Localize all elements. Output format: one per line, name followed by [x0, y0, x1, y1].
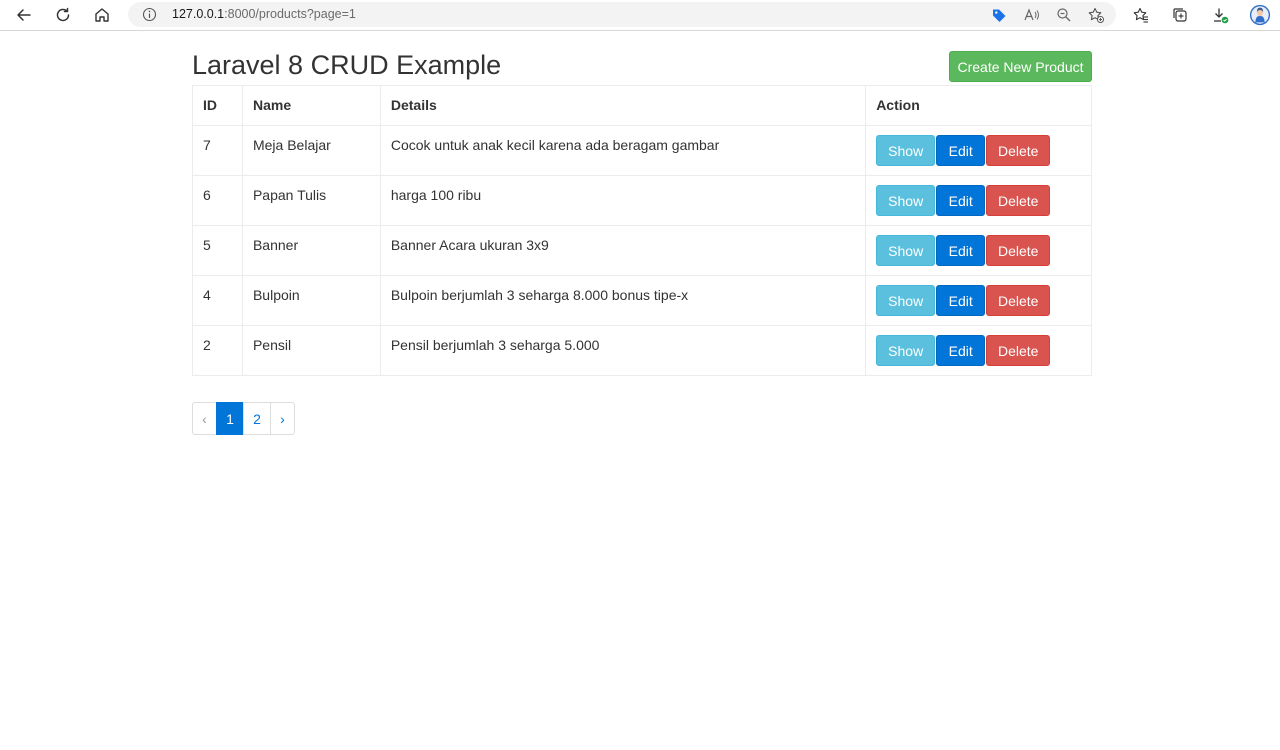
- table-row: 6 Papan Tulis harga 100 ribu Show Edit Del…: [192, 175, 1092, 226]
- table-row: 7 Meja Belajar Cocok untuk anak kecil ka…: [192, 125, 1092, 176]
- cell-id: 2: [192, 325, 243, 376]
- url-host: 127.0.0.1: [172, 7, 225, 21]
- downloads-button[interactable]: [1209, 4, 1231, 26]
- delete-button[interactable]: Delete: [986, 335, 1051, 366]
- cell-name: Meja Belajar: [241, 125, 381, 176]
- cell-details: Banner Acara ukuran 3x9: [379, 225, 867, 276]
- favorites-button[interactable]: [1130, 4, 1152, 26]
- cell-actions: Show Edit Delete: [865, 175, 1092, 226]
- edit-button[interactable]: Edit: [936, 335, 986, 366]
- delete-button[interactable]: Delete: [986, 285, 1051, 316]
- edit-button[interactable]: Edit: [936, 235, 986, 266]
- address-bar[interactable]: 127.0.0.1:8000/products?page=1: [128, 2, 1116, 27]
- browser-toolbar: 127.0.0.1:8000/products?page=1: [0, 0, 1280, 31]
- edit-button[interactable]: Edit: [936, 285, 986, 316]
- collections-icon: [1173, 8, 1187, 22]
- cell-id: 7: [192, 125, 243, 176]
- zoom-out-button[interactable]: [1053, 4, 1075, 26]
- cell-id: 4: [192, 275, 243, 326]
- table-row: 5 Banner Banner Acara ukuran 3x9 Show Edi…: [192, 225, 1092, 276]
- cell-id: 6: [192, 175, 243, 226]
- edit-button[interactable]: Edit: [936, 185, 986, 216]
- cell-actions: Show Edit Delete: [865, 325, 1092, 376]
- profile-avatar: [1249, 4, 1271, 26]
- cell-name: Papan Tulis: [241, 175, 381, 226]
- show-button[interactable]: Show: [876, 185, 936, 216]
- read-aloud-icon: [1024, 8, 1039, 21]
- read-aloud-button[interactable]: [1021, 4, 1043, 26]
- show-button[interactable]: Show: [876, 285, 936, 316]
- pagination-next[interactable]: ›: [270, 402, 295, 435]
- home-button[interactable]: [89, 3, 115, 27]
- back-arrow-icon: [17, 9, 31, 21]
- pagination-page-2[interactable]: 2: [243, 402, 271, 435]
- info-icon[interactable]: [142, 7, 157, 22]
- refresh-button[interactable]: [50, 3, 76, 27]
- column-header-details: Details: [379, 85, 867, 126]
- show-button[interactable]: Show: [876, 235, 936, 266]
- favorites-icon: [1133, 7, 1148, 23]
- home-icon: [95, 8, 109, 22]
- table-row: 2 Pensil Pensil berjumlah 3 seharga 5.00…: [192, 325, 1092, 376]
- zoom-out-icon: [1057, 8, 1071, 22]
- cell-details: Bulpoin berjumlah 3 seharga 8.000 bonus …: [379, 275, 867, 326]
- cell-details: Cocok untuk anak kecil karena ada beraga…: [379, 125, 867, 176]
- pagination: ‹ 1 2 ›: [192, 402, 295, 435]
- cell-details: Pensil berjumlah 3 seharga 5.000: [379, 325, 867, 376]
- url-path: :8000/products?page=1: [224, 7, 356, 21]
- delete-button[interactable]: Delete: [986, 185, 1051, 216]
- downloads-icon: [1214, 8, 1229, 24]
- delete-button[interactable]: Delete: [986, 235, 1051, 266]
- column-header-id: ID: [192, 85, 243, 126]
- refresh-icon: [56, 7, 70, 22]
- add-favorite-icon: [1088, 7, 1104, 23]
- cell-id: 5: [192, 225, 243, 276]
- cell-name: Bulpoin: [241, 275, 381, 326]
- cell-details: harga 100 ribu: [379, 175, 867, 226]
- show-button[interactable]: Show: [876, 335, 936, 366]
- collections-button[interactable]: [1169, 4, 1191, 26]
- column-header-action: Action: [865, 85, 1092, 126]
- cell-actions: Show Edit Delete: [865, 225, 1092, 276]
- pagination-page-1[interactable]: 1: [216, 402, 244, 435]
- products-table: ID Name Details Action 7 Meja Belajar Co…: [192, 85, 1092, 376]
- create-new-product-button[interactable]: Create New Product: [949, 51, 1092, 82]
- show-button[interactable]: Show: [876, 135, 936, 166]
- cell-actions: Show Edit Delete: [865, 125, 1092, 176]
- back-button[interactable]: [11, 3, 37, 27]
- table-header-row: ID Name Details Action: [192, 85, 1092, 126]
- profile-button[interactable]: [1248, 3, 1272, 27]
- cell-actions: Show Edit Delete: [865, 275, 1092, 326]
- delete-button[interactable]: Delete: [986, 135, 1051, 166]
- shopping-tag-button[interactable]: [988, 4, 1010, 26]
- column-header-name: Name: [241, 85, 381, 126]
- edit-button[interactable]: Edit: [936, 135, 986, 166]
- add-favorite-button[interactable]: [1085, 4, 1107, 26]
- pagination-previous[interactable]: ‹: [192, 402, 217, 435]
- page-title: Laravel 8 CRUD Example: [192, 50, 502, 80]
- url-text[interactable]: 127.0.0.1:8000/products?page=1: [172, 7, 356, 22]
- cell-name: Banner: [241, 225, 381, 276]
- cell-name: Pensil: [241, 325, 381, 376]
- table-row: 4 Bulpoin Bulpoin berjumlah 3 seharga 8.…: [192, 275, 1092, 326]
- tag-icon: [993, 9, 1006, 22]
